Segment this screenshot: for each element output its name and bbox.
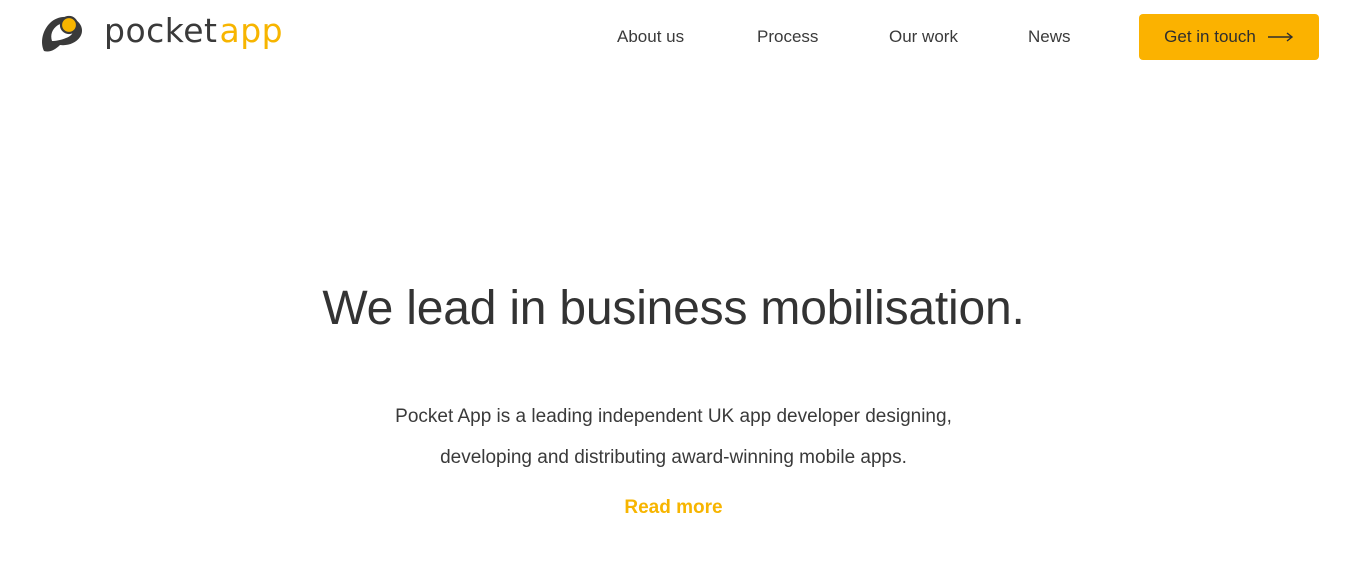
hero-description-line-2: developing and distributing award-winnin… bbox=[440, 447, 907, 468]
nav-link-about-us[interactable]: About us bbox=[617, 14, 684, 60]
nav-link-our-work[interactable]: Our work bbox=[889, 14, 958, 60]
get-in-touch-label: Get in touch bbox=[1164, 27, 1256, 46]
arrow-right-icon bbox=[1267, 32, 1293, 42]
site-header: pocketapp About us Process Our work News… bbox=[0, 0, 1347, 74]
read-more-link[interactable]: Read more bbox=[0, 494, 1347, 522]
nav-link-news[interactable]: News bbox=[1028, 14, 1071, 60]
get-in-touch-button[interactable]: Get in touch bbox=[1139, 14, 1319, 60]
hero-description-line-1: Pocket App is a leading independent UK a… bbox=[395, 406, 952, 427]
hero-description: Pocket App is a leading independent UK a… bbox=[0, 396, 1347, 478]
hero-title: We lead in business mobilisation. bbox=[322, 282, 1025, 335]
page: pocketapp About us Process Our work News… bbox=[0, 0, 1347, 574]
nav-link-process[interactable]: Process bbox=[757, 14, 818, 60]
